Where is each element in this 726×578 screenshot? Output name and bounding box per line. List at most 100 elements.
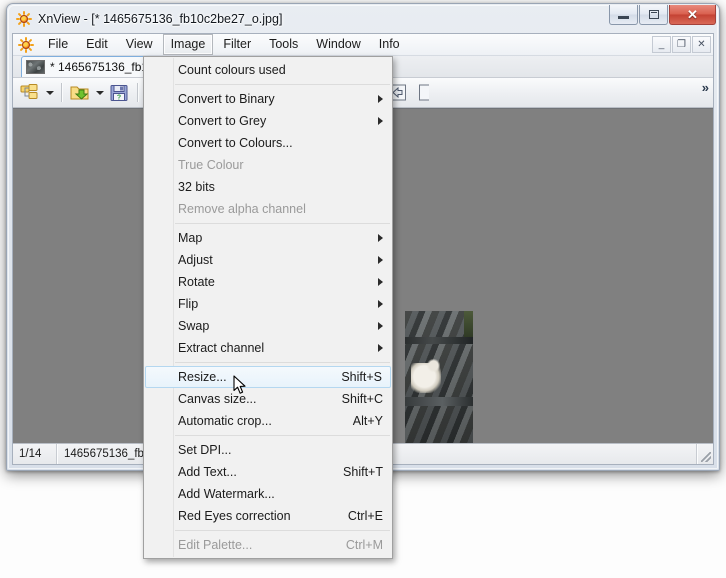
caption-buttons: ✕ [609,5,716,25]
mdi-close-button[interactable]: ✕ [692,36,711,53]
menu-item-extract-channel[interactable]: Extract channel [144,337,392,359]
menu-item-map[interactable]: Map [144,227,392,249]
menu-item-resize[interactable]: Resize... Shift+S [145,366,391,388]
image-menu-popup: Count colours used Convert to Binary Conve… [143,56,393,559]
toolbar-separator [61,83,62,102]
menu-item-count-colours-used[interactable]: Count colours used [144,59,392,81]
menu-separator [175,84,390,85]
tab-label: * 1465675136_fb10 [50,60,155,74]
submenu-arrow-icon [378,344,383,352]
menu-item-label: 32 bits [178,180,215,194]
menu-view[interactable]: View [118,34,161,55]
menu-item-adjust[interactable]: Adjust [144,249,392,271]
menu-item-convert-to-binary[interactable]: Convert to Binary [144,88,392,110]
window-title: XnView - [* 1465675136_fb10c2be27_o.jpg] [38,11,283,26]
menu-item-add-text[interactable]: Add Text... Shift+T [144,461,392,483]
browse-folders-button[interactable] [17,80,43,105]
maximize-icon [648,10,659,19]
menu-item-rotate[interactable]: Rotate [144,271,392,293]
menu-item-label: Automatic crop... [178,414,272,428]
menu-image[interactable]: Image [162,34,214,55]
menu-item-label: Flip [178,297,199,311]
menu-item-automatic-crop[interactable]: Automatic crop... Alt+Y [144,410,392,432]
menu-item-label: Canvas size... [178,392,257,406]
menu-item-convert-to-grey[interactable]: Convert to Grey [144,110,392,132]
submenu-arrow-icon [378,322,383,330]
menu-item-shortcut: Shift+C [341,392,383,406]
menu-item-shortcut: Shift+S [341,370,382,384]
minimize-icon [618,15,629,19]
submenu-arrow-icon [378,234,383,242]
close-button[interactable]: ✕ [669,5,716,25]
menu-item-label: Convert to Grey [178,114,267,128]
menu-item-label: Remove alpha channel [178,202,306,216]
menu-item-label: Edit Palette... [178,538,253,552]
maximize-button[interactable] [639,5,668,25]
menu-item-label: Rotate [178,275,215,289]
mdi-restore-button[interactable]: ❐ [672,36,691,53]
xnview-sun-icon [16,10,32,27]
save-file-button[interactable]: ? [106,80,132,105]
menu-item-32-bits[interactable]: 32 bits [144,176,392,198]
image-thumbnail-icon [26,60,45,74]
menu-tools[interactable]: Tools [261,34,306,55]
browse-folders-dropdown[interactable] [43,80,56,105]
menu-item-red-eyes-correction[interactable]: Red Eyes correction Ctrl+E [144,505,392,527]
menu-item-remove-alpha-channel: Remove alpha channel [144,198,392,220]
menu-item-add-watermark[interactable]: Add Watermark... [144,483,392,505]
toolbar-separator [137,83,138,102]
menu-item-label: Resize... [178,370,227,384]
open-file-dropdown[interactable] [93,80,106,105]
menu-item-label: Convert to Binary [178,92,275,106]
menu-item-label: Convert to Colours... [178,136,293,150]
menu-item-label: Add Text... [178,465,237,479]
menu-item-label: Add Watermark... [178,487,275,501]
status-message [366,444,697,464]
open-file-button[interactable] [67,80,93,105]
menu-item-label: Count colours used [178,63,286,77]
menu-item-swap[interactable]: Swap [144,315,392,337]
menubar-xnview-icon [18,36,34,53]
mdi-window-controls: _ ❐ ✕ [652,36,711,53]
menu-item-canvas-size[interactable]: Canvas size... Shift+C [144,388,392,410]
submenu-arrow-icon [378,256,383,264]
menu-item-label: True Colour [178,158,244,172]
menu-filter[interactable]: Filter [215,34,259,55]
menu-separator [175,362,390,363]
menu-bar: File Edit View Image Filter Tools Window… [13,34,713,56]
minimize-button[interactable] [609,5,638,25]
menu-item-convert-to-colours[interactable]: Convert to Colours... [144,132,392,154]
menu-separator [175,223,390,224]
svg-text:?: ? [116,94,120,101]
menu-item-label: Extract channel [178,341,265,355]
menu-item-label: Red Eyes correction [178,509,291,523]
displayed-image [405,311,473,443]
mdi-minimize-button[interactable]: _ [652,36,671,53]
menu-item-label: Swap [178,319,210,333]
menu-item-label: Map [178,231,203,245]
resize-grip[interactable] [697,444,713,464]
menu-separator [175,530,390,531]
menu-item-shortcut: Ctrl+M [345,538,383,552]
chevron-down-icon [45,90,54,95]
menu-item-true-colour: True Colour [144,154,392,176]
submenu-arrow-icon [378,278,383,286]
menu-file[interactable]: File [40,34,76,55]
menu-window[interactable]: Window [308,34,368,55]
menu-info[interactable]: Info [371,34,408,55]
menu-item-set-dpi[interactable]: Set DPI... [144,439,392,461]
menu-edit[interactable]: Edit [78,34,116,55]
menu-item-flip[interactable]: Flip [144,293,392,315]
toolbar-partial-button[interactable] [410,80,436,105]
menu-item-shortcut: Ctrl+E [347,509,383,523]
submenu-arrow-icon [378,117,383,125]
menu-item-shortcut: Alt+Y [352,414,383,428]
menu-item-edit-palette: Edit Palette... Ctrl+M [144,534,392,556]
close-icon: ✕ [687,7,698,22]
submenu-arrow-icon [378,95,383,103]
title-bar[interactable]: XnView - [* 1465675136_fb10c2be27_o.jpg]… [7,4,719,33]
submenu-arrow-icon [378,300,383,308]
menu-item-shortcut: Shift+T [343,465,383,479]
menu-separator [175,435,390,436]
toolbar-overflow-chevron-icon[interactable]: » [702,80,709,95]
